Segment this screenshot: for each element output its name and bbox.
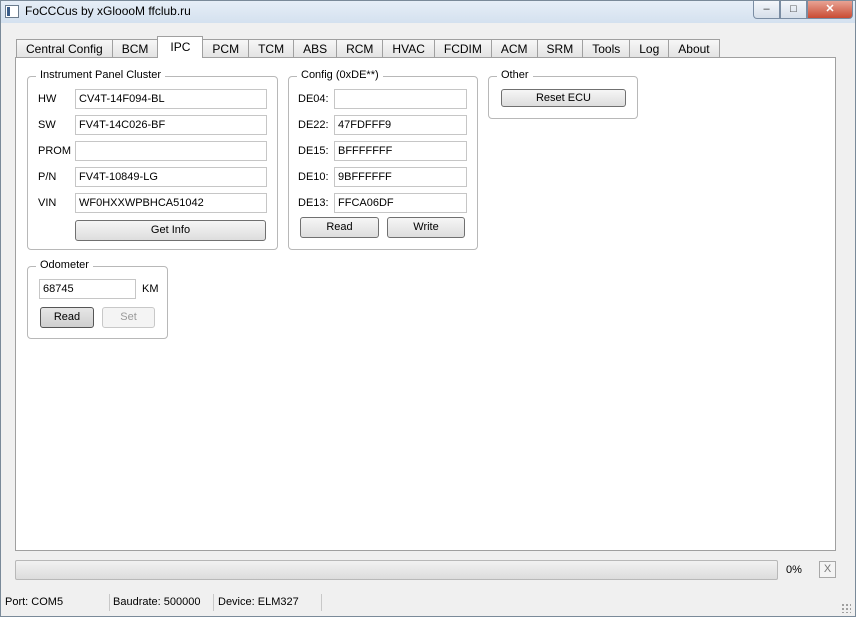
tab-ipc[interactable]: IPC	[157, 36, 204, 58]
de22-field[interactable]: 47FDFFF9	[334, 115, 467, 135]
odometer-field[interactable]: 68745	[39, 279, 136, 299]
tab-pcm[interactable]: PCM	[202, 39, 250, 58]
hw-label: HW	[38, 93, 57, 105]
prom-label: PROM	[38, 145, 71, 157]
config-write-button[interactable]: Write	[387, 217, 465, 238]
prom-field[interactable]	[75, 141, 267, 161]
pn-label: P/N	[38, 171, 57, 183]
status-port: Port: COM5	[5, 596, 64, 608]
status-divider	[321, 594, 322, 611]
de10-label: DE10:	[298, 171, 329, 183]
odometer-unit-label: KM	[142, 283, 159, 295]
app-icon	[5, 5, 19, 18]
close-icon[interactable]: ✕	[807, 1, 853, 19]
tab-tools[interactable]: Tools	[582, 39, 631, 58]
tab-rcm[interactable]: RCM	[336, 39, 384, 58]
config-read-button[interactable]: Read	[300, 217, 379, 238]
tab-abs[interactable]: ABS	[293, 39, 338, 58]
status-bar: Port: COM5 Baudrate: 500000 Device: ELM3…	[1, 591, 855, 616]
odometer-group: Odometer 68745 KM Read Set	[27, 259, 168, 339]
de22-label: DE22:	[298, 119, 329, 131]
vin-label: VIN	[38, 197, 57, 209]
tab-acm[interactable]: ACM	[490, 39, 538, 58]
odometer-group-title: Odometer	[36, 259, 93, 271]
de15-field[interactable]: BFFFFFFF	[334, 141, 467, 161]
de15-label: DE15:	[298, 145, 329, 157]
minimize-icon[interactable]: –	[753, 1, 780, 19]
sw-label: SW	[38, 119, 56, 131]
ipc-tab-panel: Instrument Panel Cluster HW CV4T-14F094-…	[15, 57, 836, 551]
main-window: FoCCCus by xGloooM ffclub.ru – □ ✕ Centr…	[0, 0, 856, 617]
resize-grip-icon[interactable]	[841, 603, 851, 613]
progress-percent: 0%	[786, 564, 802, 576]
config-group-title: Config (0xDE**)	[297, 69, 383, 81]
de04-field[interactable]	[334, 89, 467, 109]
hw-field[interactable]: CV4T-14F094-BL	[75, 89, 267, 109]
tab-bar: Central Config BCM IPC PCM TCM ABS RCM H…	[16, 36, 720, 58]
tab-central-config[interactable]: Central Config	[16, 39, 113, 58]
tab-log[interactable]: Log	[629, 39, 670, 58]
ipc-group: Instrument Panel Cluster HW CV4T-14F094-…	[27, 69, 278, 250]
other-group-title: Other	[497, 69, 533, 81]
de10-field[interactable]: 9BFFFFFF	[334, 167, 467, 187]
status-device: Device: ELM327	[218, 596, 299, 608]
cancel-button[interactable]: X	[819, 561, 836, 578]
tab-bcm[interactable]: BCM	[111, 39, 159, 58]
de04-label: DE04:	[298, 93, 329, 105]
ipc-group-title: Instrument Panel Cluster	[36, 69, 166, 81]
progress-bar	[15, 560, 778, 580]
sw-field[interactable]: FV4T-14C026-BF	[75, 115, 267, 135]
tab-fcdim[interactable]: FCDIM	[433, 39, 492, 58]
config-group: Config (0xDE**) DE04: DE22: 47FDFFF9 DE1…	[288, 69, 478, 250]
de13-label: DE13:	[298, 197, 329, 209]
tab-about[interactable]: About	[668, 39, 720, 58]
tab-hvac[interactable]: HVAC	[382, 39, 435, 58]
status-divider	[109, 594, 110, 611]
vin-field[interactable]: WF0HXXWPBHCA51042	[75, 193, 267, 213]
window-title: FoCCCus by xGloooM ffclub.ru	[25, 4, 191, 18]
status-baudrate: Baudrate: 500000	[113, 596, 201, 608]
get-info-button[interactable]: Get Info	[75, 220, 266, 241]
pn-field[interactable]: FV4T-10849-LG	[75, 167, 267, 187]
tab-srm[interactable]: SRM	[536, 39, 584, 58]
other-group: Other Reset ECU	[488, 69, 638, 119]
window-controls: – □ ✕	[753, 1, 853, 19]
odometer-set-button[interactable]: Set	[102, 307, 155, 328]
maximize-icon[interactable]: □	[780, 1, 807, 19]
status-divider	[213, 594, 214, 611]
odometer-read-button[interactable]: Read	[40, 307, 94, 328]
title-bar: FoCCCus by xGloooM ffclub.ru – □ ✕	[1, 1, 855, 23]
tab-tcm[interactable]: TCM	[248, 39, 295, 58]
reset-ecu-button[interactable]: Reset ECU	[501, 89, 626, 107]
de13-field[interactable]: FFCA06DF	[334, 193, 467, 213]
